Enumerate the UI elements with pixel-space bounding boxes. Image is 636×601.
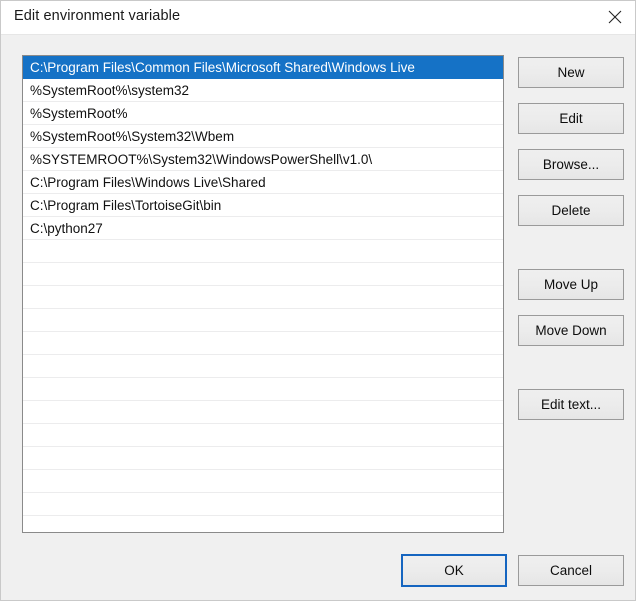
list-item-empty[interactable] <box>23 447 503 470</box>
side-button-group: New Edit Browse... Delete Move Up Move Down Ed… <box>518 57 624 420</box>
list-item-empty[interactable] <box>23 286 503 309</box>
delete-button[interactable]: Delete <box>518 195 624 226</box>
close-button[interactable] <box>592 1 636 33</box>
list-item-empty[interactable] <box>23 401 503 424</box>
list-item-empty[interactable] <box>23 493 503 516</box>
list-item[interactable]: %SystemRoot% <box>23 102 503 125</box>
list-item[interactable]: C:\Program Files\TortoiseGit\bin <box>23 194 503 217</box>
browse-button[interactable]: Browse... <box>518 149 624 180</box>
new-button[interactable]: New <box>518 57 624 88</box>
edit-text-button[interactable]: Edit text... <box>518 389 624 420</box>
list-item-empty[interactable] <box>23 309 503 332</box>
list-item-empty[interactable] <box>23 332 503 355</box>
list-item[interactable]: C:\Program Files\Common Files\Microsoft … <box>23 56 503 79</box>
close-icon <box>608 10 622 24</box>
list-item[interactable]: %SystemRoot%\system32 <box>23 79 503 102</box>
list-item-empty[interactable] <box>23 378 503 401</box>
list-item[interactable]: %SYSTEMROOT%\System32\WindowsPowerShell\… <box>23 148 503 171</box>
cancel-button[interactable]: Cancel <box>518 555 624 586</box>
list-item-empty[interactable] <box>23 263 503 286</box>
path-list-rows: C:\Program Files\Common Files\Microsoft … <box>23 56 503 516</box>
move-down-button[interactable]: Move Down <box>518 315 624 346</box>
path-list-box[interactable]: C:\Program Files\Common Files\Microsoft … <box>22 55 504 533</box>
edit-button[interactable]: Edit <box>518 103 624 134</box>
list-item-empty[interactable] <box>23 240 503 263</box>
list-item-empty[interactable] <box>23 424 503 447</box>
ok-button[interactable]: OK <box>401 554 507 587</box>
list-item-empty[interactable] <box>23 355 503 378</box>
window-title: Edit environment variable <box>14 8 180 24</box>
dialog-action-bar: OK Cancel <box>1 554 636 588</box>
list-item[interactable]: %SystemRoot%\System32\Wbem <box>23 125 503 148</box>
list-item[interactable]: C:\python27 <box>23 217 503 240</box>
list-item-empty[interactable] <box>23 470 503 493</box>
move-up-button[interactable]: Move Up <box>518 269 624 300</box>
edit-environment-variable-dialog: Edit environment variable C:\Program Fil… <box>0 0 636 601</box>
list-item[interactable]: C:\Program Files\Windows Live\Shared <box>23 171 503 194</box>
title-bar: Edit environment variable <box>1 1 636 35</box>
